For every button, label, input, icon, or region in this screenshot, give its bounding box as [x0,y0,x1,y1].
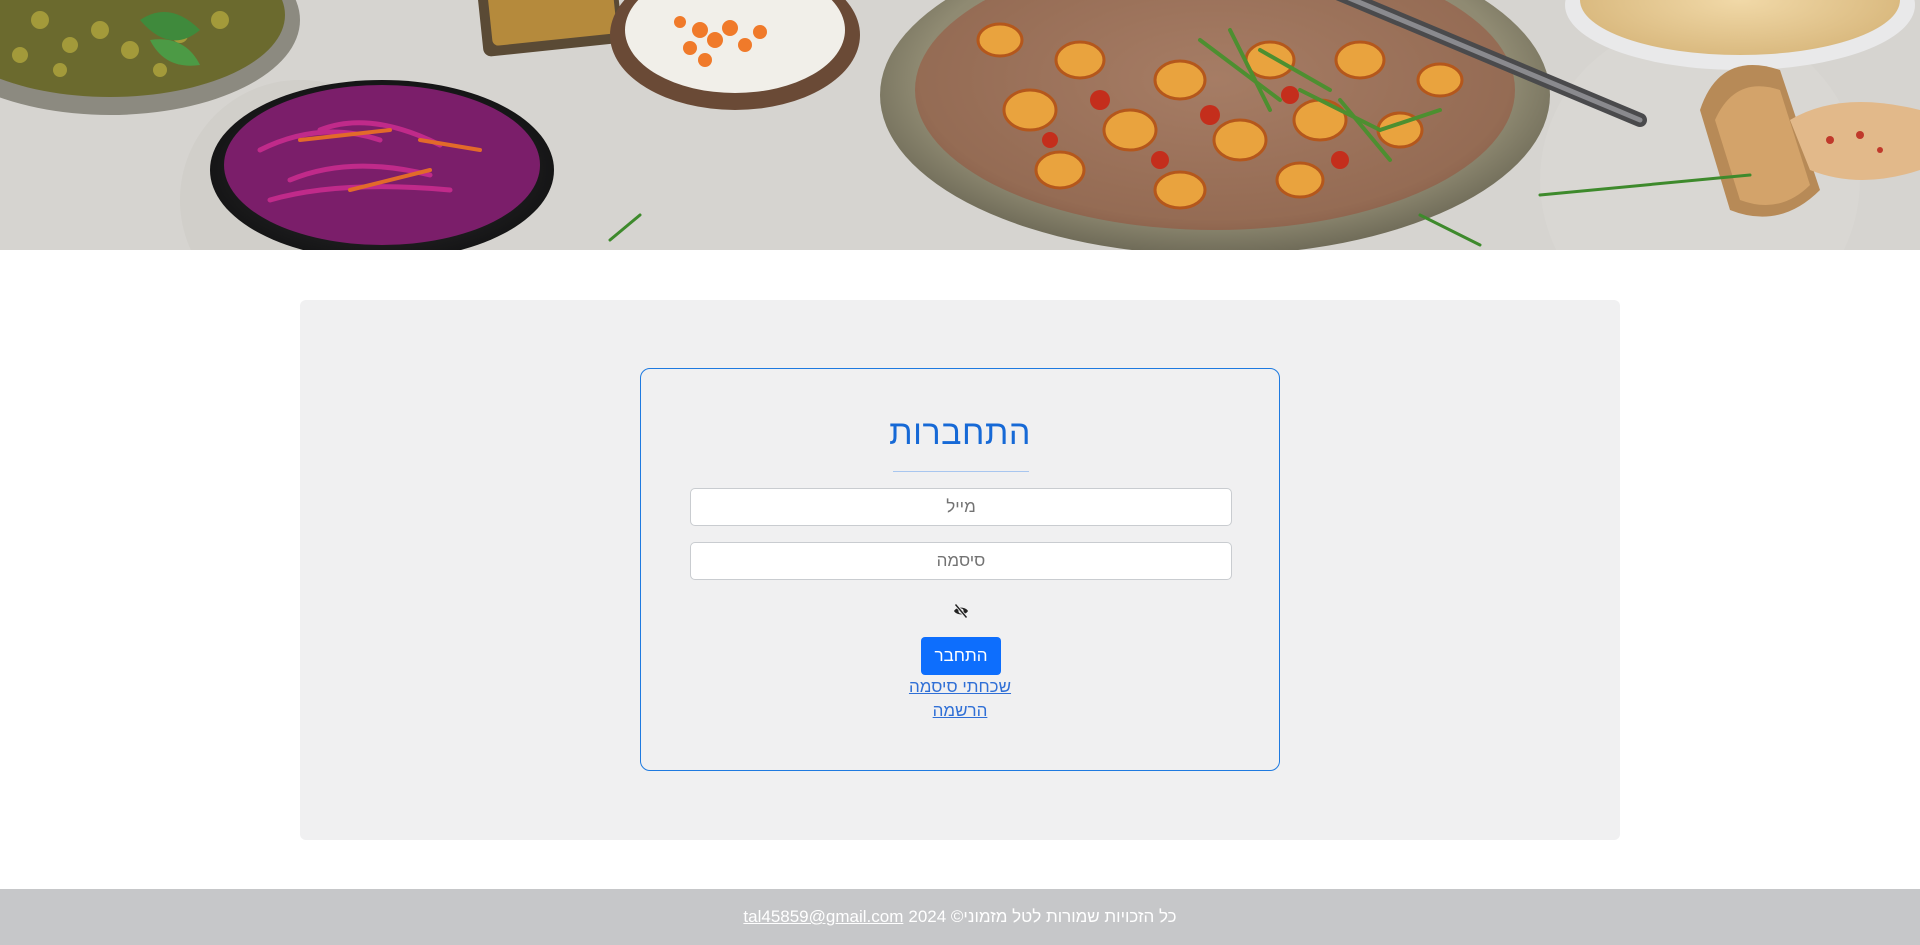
login-card: התחברות התחבר שכחתי סיסמה הרשמה [640,368,1280,771]
title-divider [893,471,1029,472]
login-title: התחברות [889,414,1031,452]
forgot-password-link[interactable]: שכחתי סיסמה [641,677,1279,697]
eye-slash-icon[interactable] [950,600,972,622]
register-link[interactable]: הרשמה [641,701,1279,721]
footer: כל הזכויות שמורות לטל מזמוני© 2024 tal45… [0,889,1920,945]
food-photo-image [0,0,1920,250]
footer-copyright: כל הזכויות שמורות לטל מזמוני© 2024 [908,907,1177,926]
hero-banner [0,0,1920,250]
password-input[interactable] [690,542,1232,580]
footer-email-link[interactable]: tal45859@gmail.com [743,907,903,927]
login-button[interactable]: התחבר [921,637,1001,675]
email-input[interactable] [690,488,1232,526]
